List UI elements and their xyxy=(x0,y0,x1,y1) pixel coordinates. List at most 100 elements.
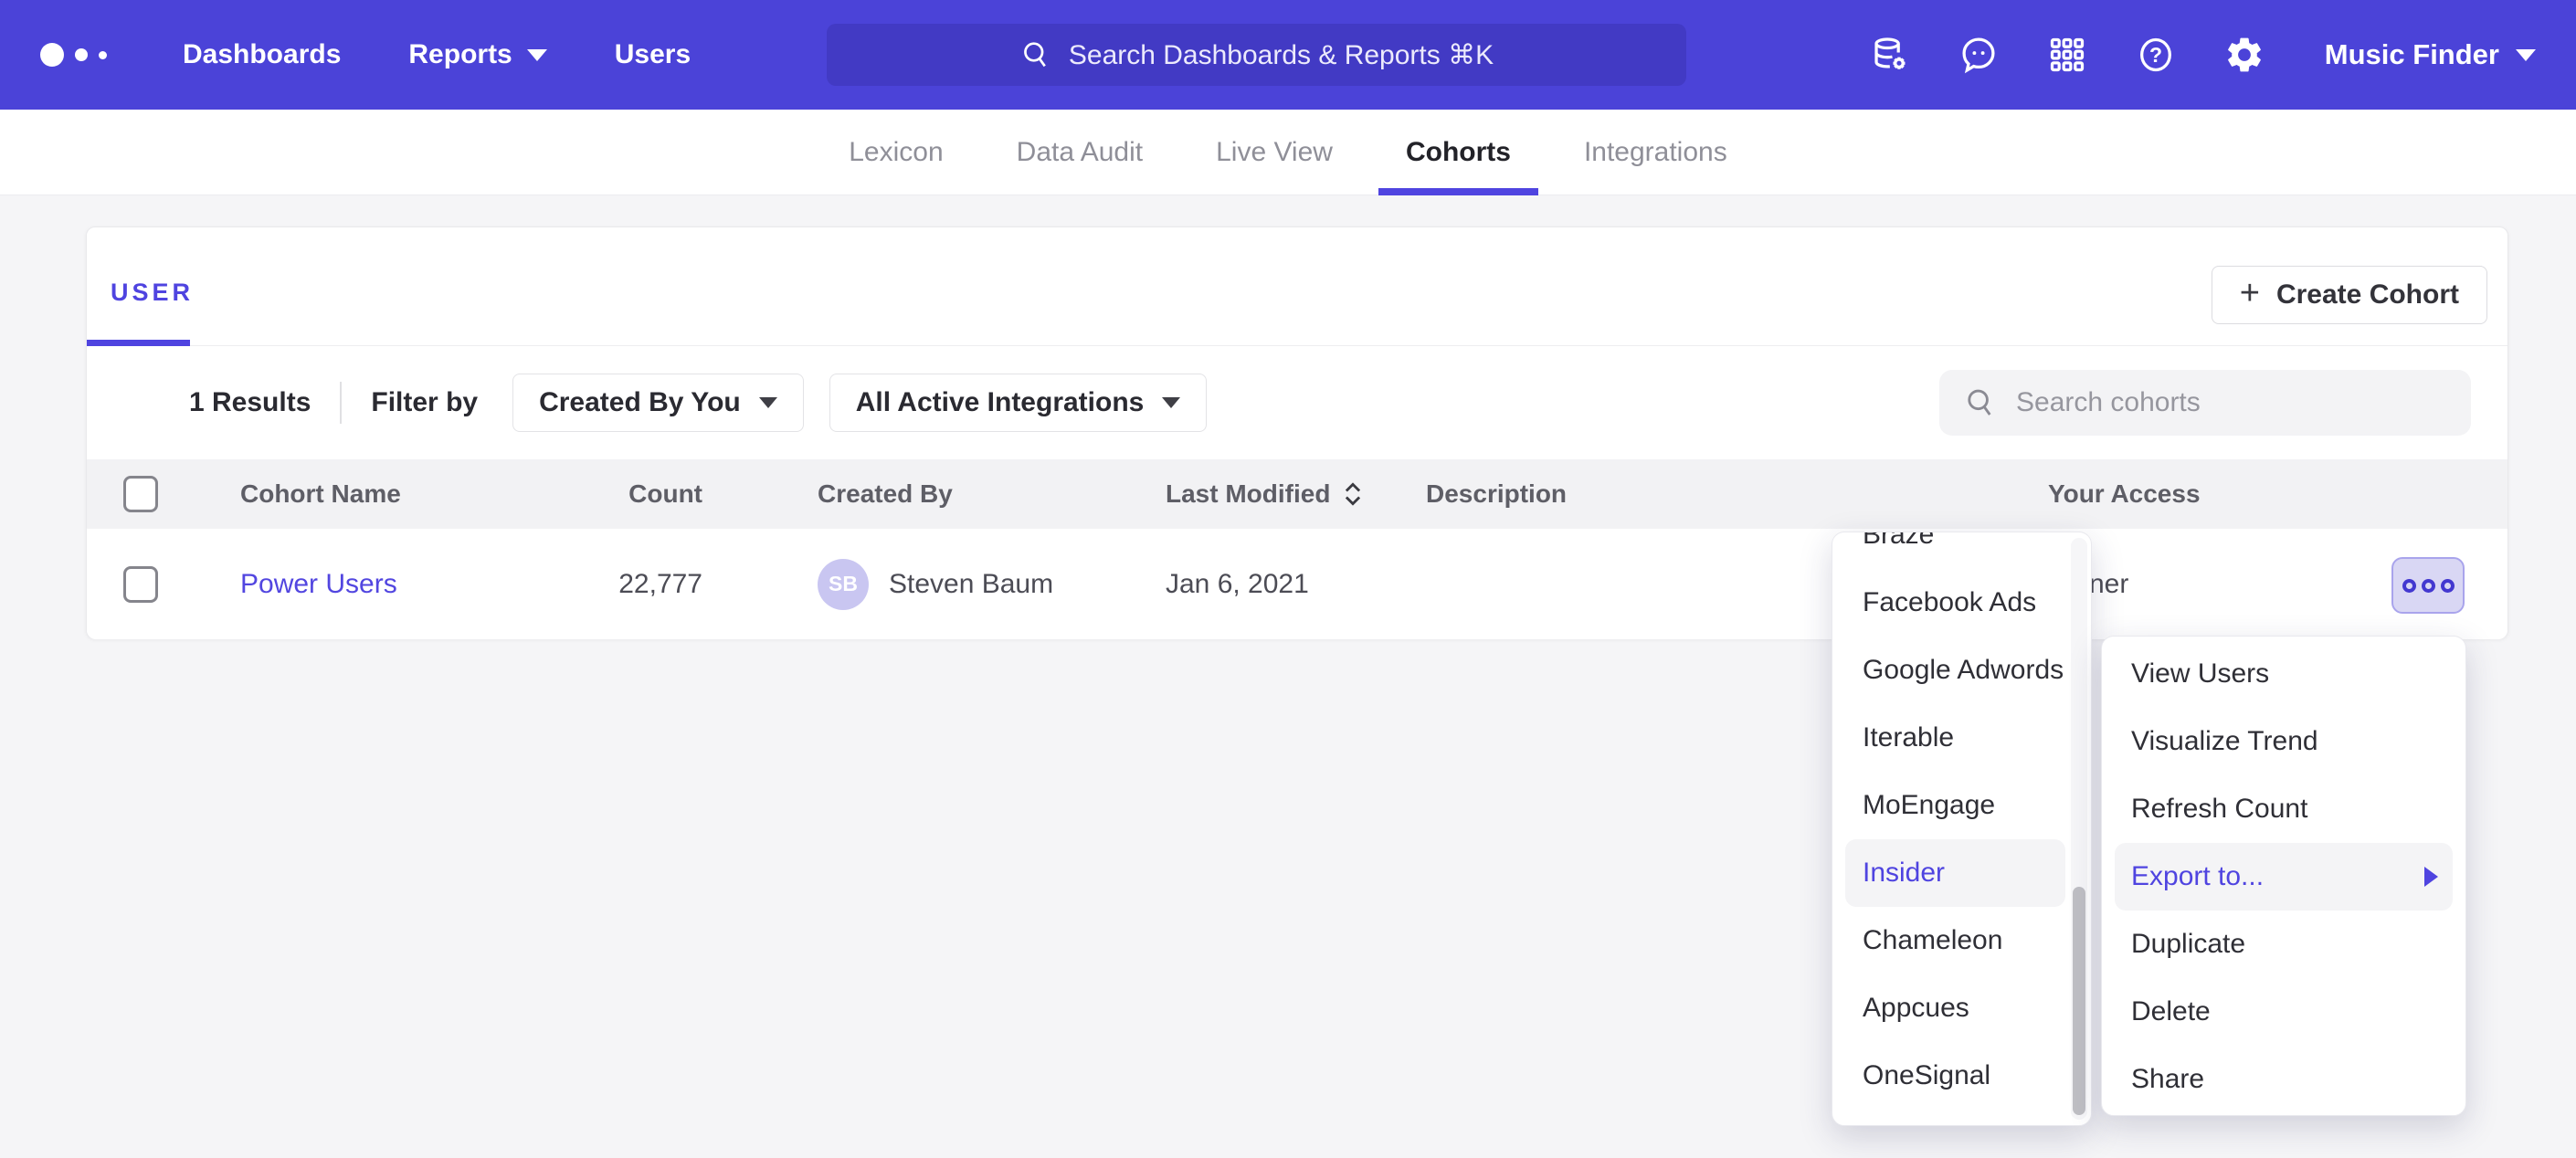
feedback-bubble-icon[interactable] xyxy=(1958,34,2000,76)
cohort-name-link[interactable]: Power Users xyxy=(240,569,397,600)
submenu-item-iterable[interactable]: Iterable xyxy=(1832,704,2065,772)
tab-cohorts-label: Cohorts xyxy=(1406,137,1511,168)
cohort-type-tabs: USER + Create Cohort xyxy=(87,227,2507,346)
submenu-item-braze[interactable]: Braze xyxy=(1832,532,2065,569)
tab-data-audit[interactable]: Data Audit xyxy=(980,110,1179,195)
header-last-modified[interactable]: Last Modified xyxy=(1166,459,1365,529)
tab-user-cohorts[interactable]: USER xyxy=(111,279,194,307)
tab-integrations[interactable]: Integrations xyxy=(1547,110,1764,195)
header-last-modified-label: Last Modified xyxy=(1166,479,1330,509)
creator-name: Steven Baum xyxy=(889,569,1053,600)
export-destination-list: Braze Facebook Ads Google Adwords Iterab… xyxy=(1832,532,2065,1110)
cohort-last-modified: Jan 6, 2021 xyxy=(1166,529,1309,639)
tab-lexicon[interactable]: Lexicon xyxy=(812,110,979,195)
integrations-filter-value: All Active Integrations xyxy=(856,387,1145,418)
active-tab-underline xyxy=(87,340,190,346)
create-cohort-label: Create Cohort xyxy=(2276,279,2459,311)
header-cohort-name: Cohort Name xyxy=(240,459,401,529)
section-tabs: Lexicon Data Audit Live View Cohorts Int… xyxy=(0,110,2576,195)
project-name: Music Finder xyxy=(2325,38,2499,71)
tab-cohorts[interactable]: Cohorts xyxy=(1369,110,1547,195)
chevron-down-icon xyxy=(2516,49,2536,61)
cohort-search-box[interactable] xyxy=(1939,370,2471,436)
submenu-scrollbar-track[interactable] xyxy=(2071,538,2087,1120)
filter-toolbar: 1 Results Filter by Created By You All A… xyxy=(87,346,2507,459)
menu-item-view-users[interactable]: View Users xyxy=(2102,640,2465,708)
avatar: SB xyxy=(818,559,869,610)
created-by-filter-dropdown[interactable]: Created By You xyxy=(512,374,804,432)
create-cohort-button[interactable]: + Create Cohort xyxy=(2212,266,2487,324)
cohort-search-input[interactable] xyxy=(2016,387,2447,418)
logo-dot-small xyxy=(99,51,107,59)
logo-dot-large xyxy=(40,43,64,67)
export-destination-submenu: Braze Facebook Ads Google Adwords Iterab… xyxy=(1832,532,2092,1126)
submenu-item-appcues[interactable]: Appcues xyxy=(1832,974,2065,1042)
plus-icon: + xyxy=(2240,276,2260,311)
submenu-item-facebook-ads[interactable]: Facebook Ads xyxy=(1832,569,2065,637)
svg-text:?: ? xyxy=(2149,43,2162,67)
menu-item-export-to-label: Export to... xyxy=(2131,861,2264,892)
settings-gear-icon[interactable] xyxy=(2223,34,2265,76)
cohorts-card: USER + Create Cohort 1 Results Filter by… xyxy=(86,226,2508,639)
chevron-down-icon xyxy=(1162,397,1180,408)
search-icon xyxy=(1019,38,1052,71)
chevron-down-icon xyxy=(759,397,777,408)
header-your-access: Your Access xyxy=(2048,459,2201,529)
submenu-item-chameleon[interactable]: Chameleon xyxy=(1832,907,2065,974)
cohort-table-row[interactable]: Power Users 22,777 SB Steven Baum Jan 6,… xyxy=(87,529,2507,639)
filter-by-label: Filter by xyxy=(371,387,478,418)
tab-lexicon-label: Lexicon xyxy=(849,137,943,168)
menu-item-share[interactable]: Share xyxy=(2102,1046,2465,1113)
cohort-count: 22,777 xyxy=(525,529,702,639)
logo-dot-medium xyxy=(75,48,88,61)
ellipsis-dot xyxy=(2441,579,2455,593)
nav-users-label: Users xyxy=(615,39,691,70)
divider xyxy=(340,382,342,424)
ellipsis-dot xyxy=(2402,579,2416,593)
global-search-bar[interactable]: Search Dashboards & Reports ⌘K xyxy=(827,24,1686,86)
submenu-item-moengage[interactable]: MoEngage xyxy=(1832,772,2065,839)
tab-live-view-label: Live View xyxy=(1216,137,1333,168)
select-all-checkbox[interactable] xyxy=(123,476,158,512)
header-created-by: Created By xyxy=(818,459,953,529)
sort-icon[interactable] xyxy=(1341,479,1365,509)
global-search-placeholder: Search Dashboards & Reports ⌘K xyxy=(1069,39,1494,71)
app-logo[interactable] xyxy=(40,43,150,67)
help-icon[interactable]: ? xyxy=(2135,34,2177,76)
search-icon xyxy=(1963,385,1998,420)
topbar-utility-icons: ? Music Finder xyxy=(1869,34,2536,76)
submenu-scrollbar-thumb[interactable] xyxy=(2073,887,2085,1115)
submenu-item-google-adwords[interactable]: Google Adwords xyxy=(1832,637,2065,704)
submenu-arrow-icon xyxy=(2424,867,2438,887)
header-count: Count xyxy=(525,459,702,529)
data-management-icon[interactable] xyxy=(1869,34,1911,76)
nav-reports[interactable]: Reports xyxy=(408,39,546,70)
results-count: 1 Results xyxy=(189,387,311,418)
row-checkbox[interactable] xyxy=(123,566,158,603)
menu-item-export-to[interactable]: Export to... xyxy=(2115,843,2453,911)
integrations-filter-dropdown[interactable]: All Active Integrations xyxy=(829,374,1208,432)
menu-item-duplicate[interactable]: Duplicate xyxy=(2102,911,2465,978)
submenu-item-onesignal[interactable]: OneSignal xyxy=(1832,1042,2065,1110)
tab-live-view[interactable]: Live View xyxy=(1179,110,1369,195)
header-description: Description xyxy=(1426,459,1567,529)
row-overflow-menu-button[interactable] xyxy=(2391,557,2465,614)
top-navigation-bar: Dashboards Reports Users Search Dashboar… xyxy=(0,0,2576,110)
primary-nav: Dashboards Reports Users xyxy=(183,39,691,70)
submenu-item-insider[interactable]: Insider xyxy=(1845,839,2065,907)
menu-item-refresh-count[interactable]: Refresh Count xyxy=(2102,775,2465,843)
created-by-filter-value: Created By You xyxy=(539,387,741,418)
nav-dashboards-label: Dashboards xyxy=(183,39,341,70)
menu-item-delete[interactable]: Delete xyxy=(2102,978,2465,1046)
apps-grid-icon[interactable] xyxy=(2046,34,2088,76)
cohort-created-by: SB Steven Baum xyxy=(818,529,1053,639)
row-context-menu: View Users Visualize Trend Refresh Count… xyxy=(2101,636,2466,1116)
nav-users[interactable]: Users xyxy=(615,39,691,70)
menu-item-visualize-trend[interactable]: Visualize Trend xyxy=(2102,708,2465,775)
nav-dashboards[interactable]: Dashboards xyxy=(183,39,341,70)
project-switcher[interactable]: Music Finder xyxy=(2325,38,2536,71)
tab-integrations-label: Integrations xyxy=(1584,137,1727,168)
ellipsis-dot xyxy=(2422,579,2435,593)
cohorts-page: USER + Create Cohort 1 Results Filter by… xyxy=(0,195,2576,1158)
nav-reports-label: Reports xyxy=(408,39,512,70)
